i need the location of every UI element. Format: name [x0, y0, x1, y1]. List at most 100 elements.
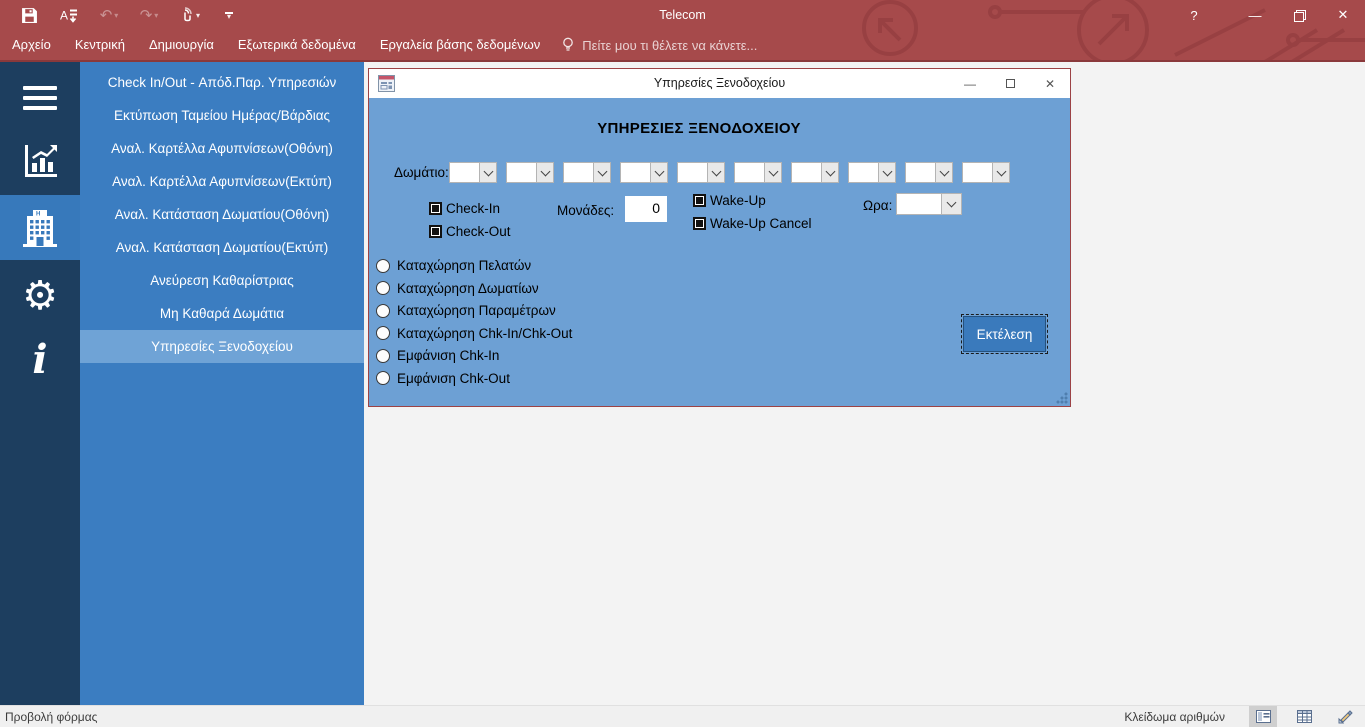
radio--chk-out[interactable]: Εμφάνιση Chk-Out: [376, 371, 572, 386]
ribbon-tab-1[interactable]: Κεντρική: [63, 30, 137, 60]
lightbulb-icon: [562, 37, 574, 53]
gear-icon[interactable]: ⚙: [0, 272, 80, 320]
room-combo-value[interactable]: [450, 163, 479, 182]
app-title: Telecom: [0, 8, 1365, 22]
chevron-down-icon[interactable]: [764, 163, 781, 182]
radio-label: Εμφάνιση Chk-Out: [397, 371, 510, 386]
execute-button[interactable]: Εκτέλεση: [963, 316, 1046, 352]
time-combo[interactable]: [896, 193, 962, 215]
chevron-down-icon[interactable]: [593, 163, 610, 182]
chevron-down-icon[interactable]: [941, 194, 961, 214]
chevron-down-icon[interactable]: [992, 163, 1009, 182]
resize-grip[interactable]: [1056, 392, 1068, 404]
form-maximize-button[interactable]: [990, 69, 1030, 98]
room-combo-value[interactable]: [678, 163, 707, 182]
radio--[interactable]: Καταχώρηση Πελατών: [376, 258, 572, 273]
nav-item[interactable]: Υπηρεσίες Ξενοδοχείου: [80, 330, 364, 363]
room-combo[interactable]: [791, 162, 839, 183]
radio-icon[interactable]: [376, 326, 390, 340]
room-combo[interactable]: [449, 162, 497, 183]
checkbox-label: Wake-Up Cancel: [710, 216, 812, 231]
tell-me-box[interactable]: Πείτε μου τι θέλετε να κάνετε...: [562, 37, 757, 53]
restore-button[interactable]: [1277, 0, 1321, 30]
checkbox-icon[interactable]: [429, 202, 442, 215]
chevron-down-icon[interactable]: [650, 163, 667, 182]
chevron-down-icon[interactable]: [479, 163, 496, 182]
hamburger-icon: [23, 86, 57, 110]
room-combo-value[interactable]: [849, 163, 878, 182]
ribbon-tab-file[interactable]: Αρχείο: [0, 30, 63, 60]
checkbox-icon[interactable]: [429, 225, 442, 238]
design-view-button[interactable]: [1331, 706, 1359, 727]
nav-item[interactable]: Check In/Out - Απόδ.Παρ. Υπηρεσιών: [80, 66, 364, 99]
room-combo[interactable]: [563, 162, 611, 183]
menu-icon[interactable]: [0, 76, 80, 120]
minimize-button[interactable]: —: [1233, 0, 1277, 30]
room-combo[interactable]: [905, 162, 953, 183]
room-combo-value[interactable]: [507, 163, 536, 182]
radio-icon[interactable]: [376, 304, 390, 318]
form-close-button[interactable]: ✕: [1030, 69, 1070, 98]
checkbox-check-in[interactable]: Check-In: [429, 201, 500, 216]
checkbox-icon[interactable]: [693, 217, 706, 230]
chevron-down-icon[interactable]: [878, 163, 895, 182]
room-combo[interactable]: [734, 162, 782, 183]
units-label: Μονάδες:: [557, 203, 614, 218]
checkbox-wake-up[interactable]: Wake-Up: [693, 193, 766, 208]
help-button[interactable]: ?: [1177, 0, 1211, 30]
radio--[interactable]: Καταχώρηση Παραμέτρων: [376, 303, 572, 318]
chevron-down-icon[interactable]: [707, 163, 724, 182]
form-view-button[interactable]: [1249, 706, 1277, 727]
ribbon-tabs: ΑρχείοΚεντρικήΔημιουργίαΕξωτερικά δεδομέ…: [0, 30, 757, 60]
form-window: Υπηρεσίες Ξενοδοχείου — ✕ ΥΠΗΡΕΣΙΕΣ ΞΕΝΟ…: [368, 68, 1071, 407]
radio--chk-in-chk-out[interactable]: Καταχώρηση Chk-In/Chk-Out: [376, 326, 572, 341]
nav-item[interactable]: Αναλ. Κατάσταση Δωματίου(Εκτύπ): [80, 231, 364, 264]
nav-item[interactable]: Αναλ. Καρτέλλα Αφυπνίσεων(Οθόνη): [80, 132, 364, 165]
radio-icon[interactable]: [376, 349, 390, 363]
room-combo-value[interactable]: [564, 163, 593, 182]
datasheet-view-button[interactable]: [1290, 706, 1318, 727]
room-combo[interactable]: [677, 162, 725, 183]
hotel-icon[interactable]: H: [0, 195, 80, 260]
radio-icon[interactable]: [376, 259, 390, 273]
info-icon[interactable]: i: [0, 334, 80, 386]
radio-icon[interactable]: [376, 371, 390, 385]
ribbon-tab-3[interactable]: Εξωτερικά δεδομένα: [226, 30, 368, 60]
ribbon-tab-2[interactable]: Δημιουργία: [137, 30, 226, 60]
room-combo[interactable]: [506, 162, 554, 183]
time-combo-value[interactable]: [897, 194, 941, 214]
nav-item[interactable]: Ανεύρεση Καθαρίστριας: [80, 264, 364, 297]
room-combo-value[interactable]: [621, 163, 650, 182]
room-combo[interactable]: [848, 162, 896, 183]
nav-item[interactable]: Αναλ. Καρτέλλα Αφυπνίσεων(Εκτύπ): [80, 165, 364, 198]
room-combo-value[interactable]: [963, 163, 992, 182]
units-input[interactable]: 0: [625, 196, 667, 222]
radio-label: Καταχώρηση Πελατών: [397, 258, 531, 273]
radio-icon[interactable]: [376, 281, 390, 295]
chevron-down-icon[interactable]: [821, 163, 838, 182]
check-mark: [432, 205, 439, 212]
chevron-down-icon[interactable]: [935, 163, 952, 182]
room-combo-value[interactable]: [735, 163, 764, 182]
chart-icon[interactable]: [0, 134, 80, 186]
nav-item[interactable]: Εκτύπωση Ταμείου Ημέρας/Βάρδιας: [80, 99, 364, 132]
nav-item[interactable]: Μη Καθαρά Δωμάτια: [80, 297, 364, 330]
checkbox-check-out[interactable]: Check-Out: [429, 224, 511, 239]
main-area: Υπηρεσίες Ξενοδοχείου — ✕ ΥΠΗΡΕΣΙΕΣ ΞΕΝΟ…: [364, 62, 1365, 705]
navigation-pane: Check In/Out - Απόδ.Παρ. ΥπηρεσιώνΕκτύπω…: [80, 62, 364, 705]
maximize-icon: [1006, 79, 1015, 88]
svg-text:H: H: [36, 211, 40, 217]
room-combo-value[interactable]: [792, 163, 821, 182]
ribbon-tab-4[interactable]: Εργαλεία βάσης δεδομένων: [368, 30, 552, 60]
radio--[interactable]: Καταχώρηση Δωματίων: [376, 281, 572, 296]
chevron-down-icon[interactable]: [536, 163, 553, 182]
room-combo-value[interactable]: [906, 163, 935, 182]
nav-item[interactable]: Αναλ. Κατάσταση Δωματίου(Οθόνη): [80, 198, 364, 231]
form-minimize-button[interactable]: —: [950, 69, 990, 98]
room-combo[interactable]: [620, 162, 668, 183]
checkbox-icon[interactable]: [693, 194, 706, 207]
checkbox-wake-up-cancel[interactable]: Wake-Up Cancel: [693, 216, 812, 231]
radio--chk-in[interactable]: Εμφάνιση Chk-In: [376, 348, 572, 363]
close-button[interactable]: ✕: [1321, 0, 1365, 30]
room-combo[interactable]: [962, 162, 1010, 183]
